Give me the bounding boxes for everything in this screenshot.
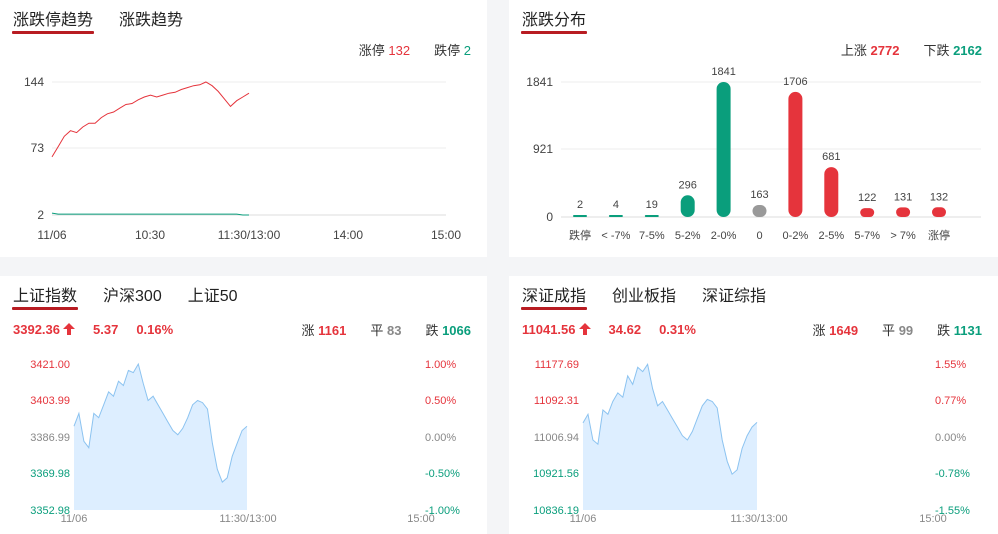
y-right-tick: 0.00% [935, 432, 966, 444]
bar-value-label: 131 [894, 191, 912, 203]
bar-category-label: 0 [756, 230, 762, 242]
bar-category-label: 5-7% [854, 230, 880, 242]
limit-trend-panel: 涨跌停趋势 涨跌趋势 涨停 132 跌停 2 144 73 2 11/06 10… [0, 0, 487, 257]
bar-value-label: 19 [646, 199, 658, 211]
y-left-tick: 3369.98 [30, 468, 70, 480]
sz-index-area [583, 364, 757, 510]
limit-up-line [51, 81, 250, 158]
gridlines [561, 81, 981, 218]
bar-value-label: 4 [613, 199, 619, 211]
x-tick: 15:00 [431, 228, 461, 242]
bar-category-label: 2-5% [818, 230, 844, 242]
bar-value-label: 296 [679, 179, 697, 191]
y-left-tick: 11177.69 [535, 359, 579, 371]
dist-bar [788, 91, 803, 217]
bar-value-label: 122 [858, 192, 876, 204]
x-tick: 11/06 [61, 513, 88, 525]
bar-value-label: 681 [822, 151, 840, 163]
dist-bar [932, 207, 946, 217]
sz-index-chart: 11177.6911092.3111006.9410921.5610836.19… [533, 359, 970, 525]
dist-bar [860, 208, 875, 217]
sz-index-panel: 深证成指 创业板指 深证综指 11041.56 34.62 0.31% 涨 16… [509, 276, 998, 534]
dist-bar [824, 167, 839, 217]
y-tick: 2 [37, 208, 44, 222]
y-left-tick: 11006.94 [534, 432, 579, 444]
x-tick: 15:00 [919, 513, 947, 525]
y-tick: 1841 [526, 75, 553, 89]
bar-category-label: < -7% [601, 230, 630, 242]
sh-index-panel: 上证指数 沪深300 上证50 3392.36 5.37 0.16% 涨 116… [0, 276, 487, 534]
y-left-tick: 3421.00 [30, 359, 70, 371]
x-tick: 14:00 [333, 228, 363, 242]
limit-trend-chart: 144 73 2 11/06 10:30 11:30/13:00 14:00 1… [24, 75, 461, 242]
y-left-tick: 11092.31 [534, 395, 579, 407]
sh-index-chart: 3421.003403.993386.993369.983352.981.00%… [30, 359, 460, 525]
x-tick: 11/06 [37, 228, 66, 242]
y-right-tick: -0.78% [935, 468, 970, 480]
bar-category-label: 跌停 [569, 228, 591, 242]
bar-value-label: 1841 [711, 66, 735, 78]
x-tick: 11:30/13:00 [219, 513, 276, 525]
dist-bar [680, 195, 695, 217]
dist-bar [608, 215, 623, 217]
y-left-tick: 3386.99 [30, 432, 70, 444]
bar-category-label: 5-2% [675, 230, 701, 242]
x-tick: 10:30 [135, 228, 165, 242]
bar-value-label: 1706 [783, 76, 807, 88]
bar-category-label: 涨停 [928, 228, 950, 242]
x-tick: 11:30/13:00 [730, 513, 787, 525]
bar-value-label: 2 [577, 199, 583, 211]
x-tick: 11:30/13:00 [218, 228, 281, 242]
gridlines [52, 81, 446, 216]
x-tick: 15:00 [407, 513, 435, 525]
y-tick: 144 [24, 75, 44, 89]
bar-category-label: 7-5% [639, 230, 665, 242]
distribution-panel: 涨跌分布 上涨 2772 下跌 2162 1841 921 0 2 跌停 4 < -7… [509, 0, 998, 257]
y-right-tick: 0.50% [425, 395, 456, 407]
bar-value-label: 163 [750, 189, 768, 201]
bar-category-label: 2-0% [711, 230, 737, 242]
dist-bar [573, 215, 587, 217]
dist-bar [644, 215, 659, 217]
bar-value-label: 132 [930, 191, 948, 203]
y-left-tick: 10921.56 [533, 468, 579, 480]
sh-index-area [74, 364, 247, 510]
y-right-tick: 1.00% [425, 359, 456, 371]
bar-category-label: > 7% [890, 230, 916, 242]
distribution-chart: 1841 921 0 2 跌停 4 < -7% 19 7-5% 296 5-2% 1841 2-0… [526, 66, 981, 242]
y-tick: 921 [533, 142, 553, 156]
y-right-tick: -0.50% [425, 468, 460, 480]
y-left-tick: 3403.99 [30, 395, 70, 407]
bar-category-label: 0-2% [783, 230, 809, 242]
dist-bar [752, 205, 767, 217]
y-right-tick: 1.55% [935, 359, 966, 371]
y-tick: 0 [546, 210, 553, 224]
dist-bar [716, 82, 731, 217]
y-right-tick: 0.00% [425, 432, 456, 444]
y-tick: 73 [31, 141, 45, 155]
dist-bar [896, 207, 911, 217]
x-tick: 11/06 [570, 513, 597, 525]
y-right-tick: 0.77% [935, 395, 966, 407]
